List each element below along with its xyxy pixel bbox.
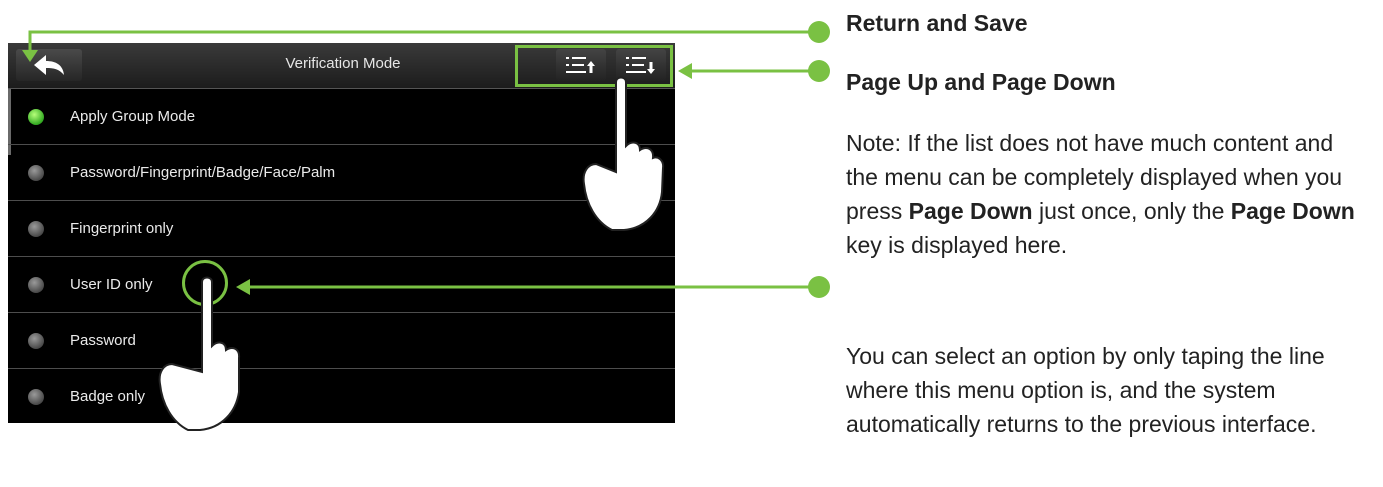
callout-dot (808, 60, 830, 82)
callout-dot (808, 21, 830, 43)
page-up-down-label: Page Up and Page Down (846, 69, 1116, 95)
note-bold: Page Down (908, 198, 1033, 224)
note-text: key is displayed here. (846, 232, 1068, 258)
pointing-hand-icon (158, 276, 241, 431)
note-paragraph: Note: If the list does not have much con… (846, 126, 1366, 262)
pointing-hand-icon (582, 76, 665, 231)
note-text: just once, only the (1032, 198, 1231, 224)
note-bold: Page Down (1230, 198, 1355, 224)
callout-dot (808, 276, 830, 298)
return-save-label: Return and Save (846, 10, 1028, 36)
select-paragraph: You can select an option by only taping … (846, 343, 1325, 437)
